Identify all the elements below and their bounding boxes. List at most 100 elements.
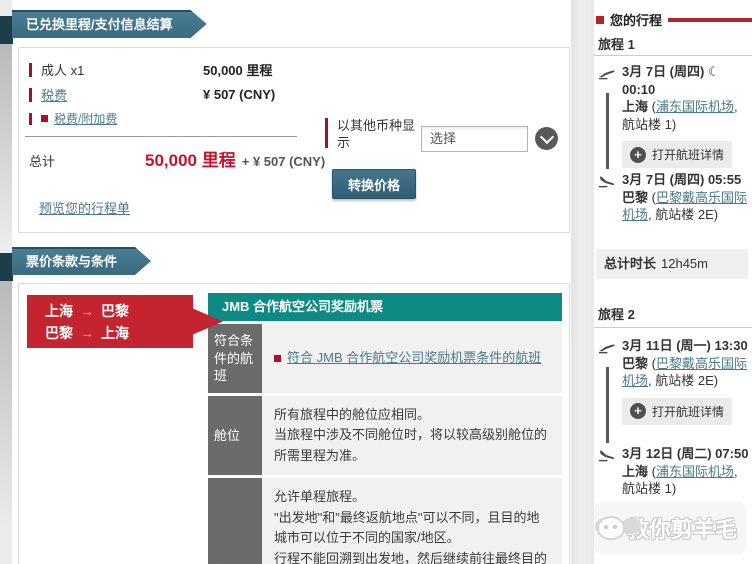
route-to: 巴黎	[101, 303, 129, 319]
timeline-bar	[606, 93, 609, 169]
cabin-rule-line: 所有旅程中的舱位应相同。	[274, 406, 431, 422]
plus-icon: +	[630, 146, 646, 163]
journey-2-heading: 旅程 2	[598, 307, 635, 322]
open-flight-details-label: 打开航班详情	[652, 404, 725, 419]
red-square-icon	[596, 15, 604, 24]
total-duration-box: 总计时长 12h45m	[596, 249, 748, 279]
eligible-flights-link[interactable]: 符合 JMB 合作航空公司奖励机票条件的航班	[287, 348, 541, 369]
total-label: 总计	[29, 154, 56, 169]
departure-city: 上海	[622, 99, 649, 115]
open-flight-details-label: 打开航班详情	[652, 148, 725, 163]
moon-icon: ☾	[707, 64, 720, 79]
page: 已兑换里程/支付信息结算 成人 x1 50,000 里程 税费 ¥ 507 (C…	[0, 0, 752, 564]
itinerary-rule-line: "出发地"和"最终返航地点"可以不同，且目的地城市可以位于不同的国家/地区。	[274, 509, 540, 546]
arrow-right-icon: →	[80, 303, 94, 319]
duration-value: 12h45m	[661, 256, 708, 271]
duration-label: 总计时长	[604, 256, 657, 271]
left-edge-shadow	[0, 44, 12, 244]
red-square-icon	[274, 354, 281, 362]
currency-dropdown-button[interactable]	[535, 127, 558, 150]
convert-price-button[interactable]: 转换价格	[332, 169, 417, 199]
fare-conditions-table: JMB 合作航空公司奖励机票 符合条件的航班 符合 JMB 合作航空公司奖励机票…	[208, 293, 562, 564]
journey-2-departure: 3月 11日 (周一) 13:30 巴黎 (巴黎戴高乐国际机场, 航站楼 2E)…	[598, 337, 750, 443]
flight-date: 3月 7日 (周四)	[622, 64, 705, 79]
currency-label: 以其他币种显示	[337, 118, 416, 150]
route-from: 巴黎	[45, 325, 73, 341]
journey-1-heading: 旅程 1	[598, 37, 635, 52]
table-row: 舱位 所有旅程中的舱位应相同。 当旅程中涉及不同舱位时，将以较高级别舱位的所需里…	[208, 395, 562, 476]
arrow-right-icon: →	[80, 325, 94, 341]
cabin-rule-line: 当旅程中涉及不同舱位时，将以较高级别舱位的所需里程为准。	[274, 427, 548, 463]
divider	[594, 327, 752, 328]
plane-landing-icon	[598, 173, 616, 193]
red-bar-icon	[325, 118, 328, 148]
arrival-city: 上海	[622, 463, 649, 479]
route-return: 巴黎 → 上海	[45, 322, 223, 344]
passenger-miles-value: 50,000 里程	[203, 63, 273, 78]
flight-date: 3月 12日 (周二) 07:50	[622, 446, 749, 461]
plus-icon: +	[630, 403, 646, 420]
itinerary-rule-line: 行程不能回溯到出发地，然后继续前往最终目的地。	[274, 550, 548, 564]
sheep-logo-icon	[597, 516, 625, 540]
watermark: 教你剪羊毛	[594, 502, 746, 554]
terminal-text: , 航站楼 2E)	[648, 207, 719, 223]
fare-terms-banner: 票价条款与条件	[12, 247, 151, 275]
journey-1-departure: 3月 7日 (周四) ☾ 00:10 上海 (浦东国际机场, 航站楼 1) + …	[598, 63, 750, 169]
total-extra: + ¥ 507 (CNY)	[241, 154, 326, 169]
currency-label-row: 以其他币种显示	[325, 118, 417, 152]
plane-landing-icon	[598, 447, 616, 467]
row-label: 符合条件的航班	[208, 324, 262, 393]
payment-summary-panel: 成人 x1 50,000 里程 税费 ¥ 507 (CNY) 税费/附加费 总计…	[18, 47, 570, 233]
open-flight-details-button[interactable]: + 打开航班详情	[622, 141, 733, 169]
flight-date: 3月 11日 (周一) 13:30	[622, 338, 748, 353]
tax-link[interactable]: 税费	[41, 88, 67, 103]
preview-itinerary-link[interactable]: 预览您的行程单	[39, 198, 130, 217]
fare-table-header: JMB 合作航空公司奖励机票	[208, 293, 562, 321]
red-bar-icon	[29, 87, 32, 102]
chevron-down-icon	[539, 129, 554, 144]
watermark-text: 教你剪羊毛	[627, 517, 738, 542]
content-sidebar-gap	[571, 0, 594, 564]
surcharge-row: 税费/附加费	[29, 110, 117, 127]
flight-time: 00:10	[622, 81, 656, 97]
arrival-city: 巴黎	[622, 189, 649, 205]
itinerary-rule-line: 允许单程旅程。	[274, 489, 366, 505]
journey-1-arrival: 3月 7日 (周四) 05:55 巴黎 (巴黎戴高乐国际机场, 航站楼 2E)	[598, 171, 750, 224]
tax-value: ¥ 507 (CNY)	[203, 87, 276, 102]
total-row: 总计 50,000 里程 + ¥ 507 (CNY)	[29, 146, 325, 171]
banner-fold	[0, 16, 13, 44]
divider	[25, 136, 297, 137]
route-outbound: 上海 → 巴黎	[45, 300, 223, 322]
payment-section-banner: 已兑换里程/支付信息结算	[12, 10, 207, 38]
red-square-icon	[41, 115, 48, 122]
total-miles: 50,000 里程	[145, 151, 236, 170]
table-row: 行程 允许单程旅程。 "出发地"和"最终返航地点"可以不同，且目的地城市可以位于…	[208, 478, 562, 564]
left-edge-shadow	[0, 281, 12, 531]
passenger-row: 成人 x1 50,000 里程	[29, 60, 272, 79]
airport-link[interactable]: 浦东国际机场	[656, 99, 734, 114]
itinerary-summary-box: 上海 → 巴黎 巴黎 → 上海	[27, 295, 223, 348]
banner-fold	[0, 253, 13, 281]
airport-link[interactable]: 浦东国际机场	[656, 464, 734, 479]
fare-terms-panel: 上海 → 巴黎 巴黎 → 上海 JMB 合作航空公司奖励机票 符合条件的航班 符合 JM…	[18, 283, 570, 564]
tax-row: 税费 ¥ 507 (CNY)	[29, 85, 275, 104]
timeline-bar	[606, 367, 609, 443]
route-from: 上海	[45, 303, 73, 319]
plane-takeoff-icon	[598, 339, 616, 359]
open-flight-details-button[interactable]: + 打开航班详情	[622, 397, 733, 425]
row-label: 行程	[208, 478, 262, 564]
passenger-label: 成人 x1	[41, 63, 85, 78]
red-bar-icon	[29, 112, 32, 125]
itinerary-sidebar: 您的行程 旅程 1 3月 7日 (周四) ☾ 00:10 上海 (浦东国际机场,…	[594, 0, 752, 564]
table-row: 符合条件的航班 符合 JMB 合作航空公司奖励机票条件的航班	[208, 324, 562, 393]
journey-2-arrival: 3月 12日 (周二) 07:50 上海 (浦东国际机场, 航站楼 1)	[598, 445, 750, 498]
plane-takeoff-icon	[598, 65, 616, 85]
route-to: 上海	[101, 325, 129, 341]
surcharge-link[interactable]: 税费/附加费	[54, 110, 117, 127]
row-label: 舱位	[208, 395, 262, 476]
red-bar-icon	[29, 62, 32, 77]
departure-city: 巴黎	[622, 355, 649, 371]
currency-select[interactable]: 选择	[421, 126, 528, 152]
red-rule-line	[668, 17, 752, 22]
terminal-text: , 航站楼 2E)	[648, 373, 719, 389]
